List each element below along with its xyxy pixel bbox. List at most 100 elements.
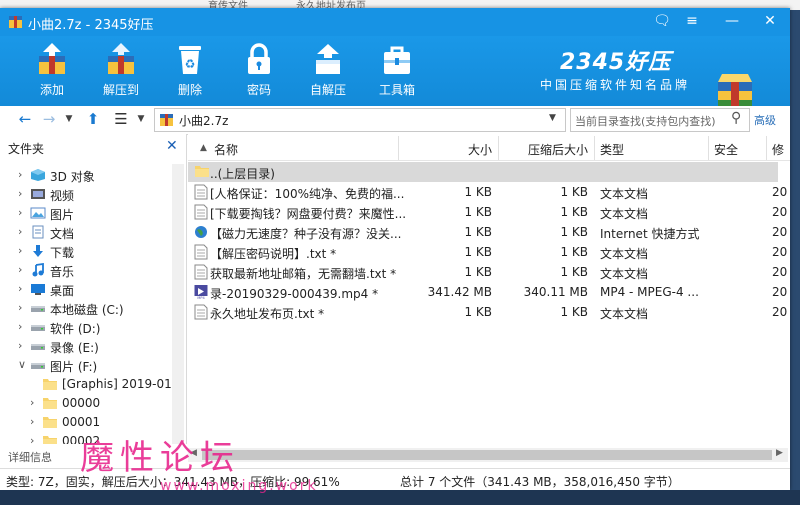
- drive-icon: [30, 301, 46, 315]
- self-extract-button[interactable]: 自解压: [296, 36, 360, 106]
- collapsed-chevron-icon[interactable]: ›: [18, 225, 28, 238]
- tree-item[interactable]: › 文档: [0, 223, 186, 242]
- file-packed-size: 1 KB: [560, 205, 588, 219]
- file-type: MP4 - MPEG-4 ...: [600, 285, 699, 299]
- extract-to-button[interactable]: 解压到: [89, 36, 153, 106]
- minimize-icon[interactable]: —: [720, 10, 744, 32]
- search-icon[interactable]: ⚲: [731, 110, 741, 126]
- horizontal-scrollbar[interactable]: ◀ ▶: [188, 448, 788, 462]
- add-button[interactable]: 添加: [20, 36, 84, 106]
- column-modified[interactable]: 修: [772, 141, 784, 158]
- text-file-icon: [194, 204, 208, 220]
- file-row[interactable]: 【解压密码说明】.txt * 1 KB 1 KB 文本文档 20: [188, 242, 787, 262]
- collapsed-chevron-icon[interactable]: ›: [18, 168, 28, 181]
- collapsed-chevron-icon[interactable]: ›: [18, 282, 28, 295]
- menu-icon[interactable]: ≡: [680, 10, 704, 32]
- archive-icon: [160, 114, 173, 126]
- collapsed-chevron-icon[interactable]: ›: [18, 320, 28, 333]
- folder-up-icon: [194, 164, 209, 180]
- text-file-icon: [194, 304, 208, 320]
- column-name[interactable]: 名称: [214, 141, 238, 158]
- collapsed-chevron-icon[interactable]: ›: [18, 244, 28, 257]
- file-row[interactable]: 【磁力无速度？种子没有源？没关... 1 KB 1 KB Internet 快捷方式 2…: [188, 222, 787, 242]
- file-row[interactable]: [人格保证：100%纯净、免费的福... 1 KB 1 KB 文本文档 20: [188, 182, 787, 202]
- file-size: 341.42 MB: [427, 285, 492, 299]
- tree-item[interactable]: › 图片: [0, 204, 186, 223]
- self-extract-label: 自解压: [309, 83, 346, 97]
- tree-item[interactable]: › 录像 (E:): [0, 337, 186, 356]
- file-row[interactable]: MP4 录-20190329-000439.mp4 * 341.42 MB 340.1…: [188, 282, 787, 302]
- tree-item-label: 软件 (D:): [50, 322, 101, 336]
- folder-tree: 文件夹 ✕ › 3D 对象 › 视频 › 图片 › 文档 › 下载 › 音乐 › 桌面 › 本地磁盘 (C:)…: [0, 134, 187, 444]
- tree-item[interactable]: › 桌面: [0, 280, 186, 299]
- tree-item[interactable]: › 本地磁盘 (C:): [0, 299, 186, 318]
- file-packed-size: 1 KB: [560, 185, 588, 199]
- extract-to-icon: [108, 43, 134, 74]
- app-icon: [9, 16, 22, 28]
- file-type: 文本文档: [600, 267, 649, 281]
- tree-item[interactable]: › 00000: [0, 394, 186, 413]
- file-name: [下载要掏钱？网盘要付费？来魔性...: [210, 207, 407, 221]
- tree-item[interactable]: › 软件 (D:): [0, 318, 186, 337]
- collapsed-chevron-icon[interactable]: ›: [18, 206, 28, 219]
- path-field[interactable]: 小曲2.7z ▼: [154, 108, 566, 132]
- tree-item-label: 00000: [62, 396, 101, 410]
- file-name: 【解压密码说明】.txt *: [210, 247, 337, 261]
- tree-item-label: 文档: [50, 227, 75, 241]
- file-date: 20: [772, 285, 788, 299]
- collapsed-chevron-icon[interactable]: ›: [30, 396, 40, 409]
- delete-label: 删除: [177, 83, 202, 97]
- delete-button[interactable]: ♻ 删除: [158, 36, 222, 106]
- search-input[interactable]: 当前目录查找(支持包内查找) ⚲: [570, 108, 750, 132]
- close-icon[interactable]: ✕: [166, 138, 178, 154]
- details-toggle[interactable]: 详细信息: [8, 449, 52, 465]
- collapsed-chevron-icon[interactable]: ›: [30, 415, 40, 428]
- column-size[interactable]: 大小: [428, 141, 492, 158]
- view-list-icon[interactable]: ☰: [112, 109, 130, 129]
- tree-item[interactable]: › 3D 对象: [0, 166, 186, 185]
- collapsed-chevron-icon[interactable]: ›: [30, 434, 40, 444]
- path-dropdown-icon[interactable]: ▼: [549, 113, 556, 123]
- tree-item[interactable]: [Graphis] 2019-01-2: [0, 375, 186, 394]
- back-arrow-icon[interactable]: ←: [16, 109, 34, 129]
- extract-to-label: 解压到: [102, 83, 139, 97]
- tree-item[interactable]: › 下载: [0, 242, 186, 261]
- forward-arrow-icon[interactable]: →: [40, 109, 58, 129]
- up-folder-icon[interactable]: ⬆: [84, 109, 102, 129]
- column-packed-size[interactable]: 压缩后大小: [518, 141, 588, 158]
- password-button[interactable]: 密码: [227, 36, 291, 106]
- haozip-window: 小曲2.7z - 2345好压 🗨 ≡ — ✕ 添加 解压到 ♻ 删除 密码 自…: [0, 8, 790, 491]
- feedback-icon[interactable]: 🗨: [650, 10, 674, 32]
- history-dropdown-icon[interactable]: ▼: [60, 109, 78, 129]
- collapsed-chevron-icon[interactable]: ›: [18, 263, 28, 276]
- drive-icon: [30, 339, 46, 353]
- collapsed-chevron-icon[interactable]: ›: [18, 339, 28, 352]
- tree-item-label: 视频: [50, 189, 75, 203]
- video-folder-icon: [30, 187, 46, 201]
- file-name: 【磁力无速度？种子没有源？没关...: [210, 227, 402, 241]
- file-row[interactable]: [下载要掏钱？网盘要付费？来魔性... 1 KB 1 KB 文本文档 20: [188, 202, 787, 222]
- 3d-objects-icon: [30, 168, 46, 182]
- collapsed-chevron-icon[interactable]: ›: [18, 187, 28, 200]
- collapsed-chevron-icon[interactable]: ›: [18, 301, 28, 314]
- advanced-search-link[interactable]: 高级: [754, 112, 776, 128]
- expanded-chevron-icon[interactable]: ∨: [18, 358, 28, 371]
- tree-item[interactable]: › 视频: [0, 185, 186, 204]
- column-security[interactable]: 安全: [714, 141, 738, 158]
- file-row[interactable]: 永久地址发布页.txt * 1 KB 1 KB 文本文档 20: [188, 302, 787, 322]
- file-row[interactable]: ..(上层目录): [188, 162, 778, 182]
- tree-scrollbar[interactable]: [172, 164, 184, 444]
- view-dropdown-icon[interactable]: ▼: [132, 109, 150, 129]
- tree-item[interactable]: ∨ 图片 (F:): [0, 356, 186, 375]
- close-icon[interactable]: ✕: [758, 10, 782, 32]
- tree-item-label: 下载: [50, 246, 75, 260]
- toolbox-button[interactable]: 工具箱: [365, 36, 429, 106]
- column-divider: [594, 136, 595, 160]
- scroll-thumb[interactable]: [202, 450, 772, 460]
- column-type[interactable]: 类型: [600, 141, 624, 158]
- file-row[interactable]: 获取最新地址邮箱，无需翻墙.txt * 1 KB 1 KB 文本文档 20: [188, 262, 787, 282]
- file-packed-size: 1 KB: [560, 245, 588, 259]
- tree-item[interactable]: › 音乐: [0, 261, 186, 280]
- list-header: ▲ 名称 大小 压缩后大小 类型 安全 修: [188, 136, 790, 161]
- scroll-right-icon[interactable]: ▶: [776, 448, 783, 458]
